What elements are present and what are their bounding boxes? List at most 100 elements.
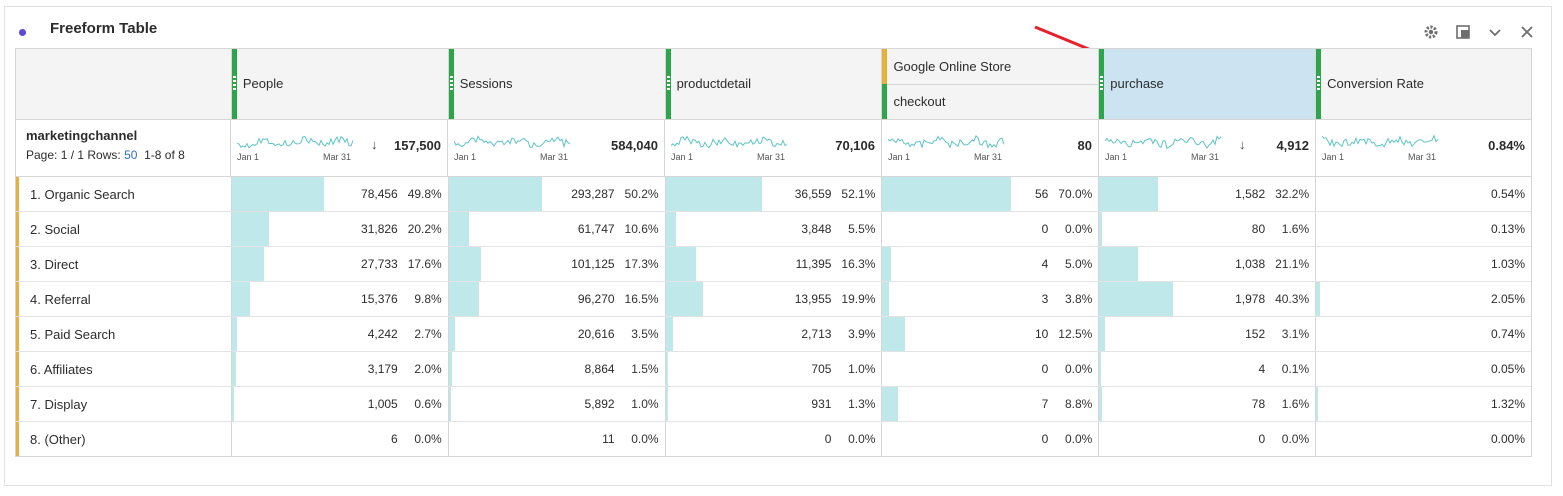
metric-cell[interactable]: 0 0.0% [1099,422,1317,456]
metric-cell[interactable]: 2.05% [1316,282,1531,316]
dimension-item-cell[interactable]: 7. Display [16,387,232,421]
metric-percent: 1.6% [1281,397,1310,411]
dimension-item-cell[interactable]: 2. Social [16,212,232,246]
metric-value: 11 [602,432,615,446]
metric-cell[interactable]: 1,978 40.3% [1099,282,1317,316]
metric-percent: 16.5% [624,292,659,306]
table-row[interactable]: 7. Display 1,005 0.6% 5,892 1.0% 931 1.3% 7 8.8%… [16,387,1531,422]
metric-cell[interactable]: 4 0.1% [1099,352,1317,386]
metric-cell[interactable]: 101,125 17.3% [448,247,666,281]
dimension-item-cell[interactable]: 4. Referral [16,282,232,316]
column-header-label: productdetail [676,76,752,91]
dimension-item-cell[interactable]: 8. (Other) [16,422,232,456]
segment-drag-handle[interactable] [882,49,888,84]
dimension-item-cell[interactable]: 1. Organic Search [16,177,232,211]
metric-cell[interactable]: 3,848 5.5% [665,212,883,246]
column-drag-handle[interactable] [448,49,454,119]
metric-cell[interactable]: 0 0.0% [882,352,1100,386]
dimension-item-cell[interactable]: 6. Affiliates [16,352,232,386]
column-header-people[interactable]: People [231,49,449,119]
column-drag-handle[interactable] [665,49,671,119]
column-header-purchase[interactable]: purchase [1099,49,1317,119]
close-icon[interactable] [1515,20,1539,44]
summary-cell: Jan 1 Mar 31 ↓ 4,912 [1099,120,1316,176]
metric-cell[interactable]: 1,005 0.6% [231,387,449,421]
summary-cell: Jan 1 Mar 31 584,040 [448,120,665,176]
metric-header-checkout[interactable]: checkout [882,84,1098,119]
dimension-item-cell[interactable]: 5. Paid Search [16,317,232,351]
table-row[interactable]: 5. Paid Search 4,242 2.7% 20,616 3.5% 2,713 3.… [16,317,1531,352]
table-row[interactable]: 6. Affiliates 3,179 2.0% 8,864 1.5% 705 1.0% 0 0… [16,352,1531,387]
metric-cell[interactable]: 20,616 3.5% [448,317,666,351]
metric-cell[interactable]: 78 1.6% [1099,387,1317,421]
table-row[interactable]: 1. Organic Search 78,456 49.8% 293,287 50.2%… [16,177,1531,212]
metric-cell[interactable]: 0.74% [1316,317,1531,351]
column-header-checkout[interactable]: Google Online Store checkout [882,49,1100,119]
metric-cell[interactable]: 36,559 52.1% [665,177,883,211]
metric-cell[interactable]: 6 0.0% [232,422,449,456]
collapse-chevron-icon[interactable] [1483,20,1507,44]
metric-cell[interactable]: 293,287 50.2% [448,177,666,211]
column-drag-handle[interactable] [231,49,237,119]
metric-percent: 1.6% [1281,222,1310,236]
metric-cell[interactable]: 152 3.1% [1099,317,1317,351]
metric-cell[interactable]: 7 8.8% [882,387,1100,421]
metric-percent: 70.0% [1058,187,1093,201]
metric-cell[interactable]: 27,733 17.6% [231,247,449,281]
table-row[interactable]: 2. Social 31,826 20.2% 61,747 10.6% 3,848 5.5%… [16,212,1531,247]
metric-value: 20,616 [577,327,615,341]
metric-cell[interactable]: 3,179 2.0% [231,352,449,386]
metric-cell[interactable]: 0 0.0% [882,212,1100,246]
metric-cell[interactable]: 10 12.5% [882,317,1100,351]
metric-percent: 0.0% [414,432,442,446]
metric-cell[interactable]: 8,864 1.5% [448,352,666,386]
metric-cell[interactable]: 80 1.6% [1099,212,1317,246]
metric-cell[interactable]: 1,038 21.1% [1099,247,1317,281]
metric-cell[interactable]: 0.05% [1316,352,1531,386]
column-drag-handle[interactable] [882,84,888,119]
segment-header-google-online-store[interactable]: Google Online Store [882,49,1099,85]
metric-cell[interactable]: 4,242 2.7% [231,317,449,351]
dimension-item-label: 5. Paid Search [30,327,116,342]
metric-percent: 17.3% [624,257,659,271]
column-drag-handle[interactable] [1316,49,1322,119]
metric-cell[interactable]: 2,713 3.9% [665,317,883,351]
metric-cell[interactable]: 1.03% [1316,247,1531,281]
column-header-conversion-rate[interactable]: Conversion Rate [1316,49,1531,119]
metric-value: 293,287 [571,187,615,201]
column-header-productdetail[interactable]: productdetail [665,49,883,119]
metric-cell[interactable]: 56 70.0% [882,177,1100,211]
metric-cell[interactable]: 4 5.0% [882,247,1100,281]
metric-cell[interactable]: 5,892 1.0% [448,387,666,421]
maximize-icon[interactable] [1451,20,1475,44]
metric-cell[interactable]: 11,395 16.3% [665,247,883,281]
sort-descending-icon[interactable]: ↓ [1239,137,1246,152]
metric-cell[interactable]: 0.00% [1316,422,1531,456]
metric-cell[interactable]: 96,270 16.5% [448,282,666,316]
column-drag-handle[interactable] [1099,49,1105,119]
table-row[interactable]: 3. Direct 27,733 17.6% 101,125 17.3% 11,395 16… [16,247,1531,282]
metric-cell[interactable]: 0 0.0% [666,422,883,456]
metric-cell[interactable]: 0.13% [1316,212,1531,246]
metric-cell[interactable]: 3 3.8% [882,282,1100,316]
metric-cell[interactable]: 15,376 9.8% [231,282,449,316]
metric-cell[interactable]: 1.32% [1316,387,1531,421]
column-header-sessions[interactable]: Sessions [448,49,666,119]
metric-cell[interactable]: 11 0.0% [449,422,666,456]
sort-descending-icon[interactable]: ↓ [371,137,378,152]
metric-cell[interactable]: 0 0.0% [882,422,1100,456]
metric-cell[interactable]: 705 1.0% [665,352,883,386]
settings-gear-icon[interactable] [1419,20,1443,44]
metric-cell[interactable]: 1,582 32.2% [1099,177,1317,211]
metric-cell[interactable]: 61,747 10.6% [448,212,666,246]
metric-cell[interactable]: 31,826 20.2% [231,212,449,246]
table-row[interactable]: 4. Referral 15,376 9.8% 96,270 16.5% 13,955 19… [16,282,1531,317]
metric-cell[interactable]: 78,456 49.8% [231,177,449,211]
table-row[interactable]: 8. (Other) 6 0.0% 11 0.0% 0 0.0% 0 0.0% 0 0.0% 0.00… [16,422,1531,456]
rows-per-page-select[interactable]: 50 [124,148,137,162]
metric-cell[interactable]: 0.54% [1316,177,1531,211]
metric-cell[interactable]: 13,955 19.9% [665,282,883,316]
metric-cell[interactable]: 931 1.3% [665,387,883,421]
metric-percent: 52.1% [841,187,876,201]
dimension-item-cell[interactable]: 3. Direct [16,247,232,281]
